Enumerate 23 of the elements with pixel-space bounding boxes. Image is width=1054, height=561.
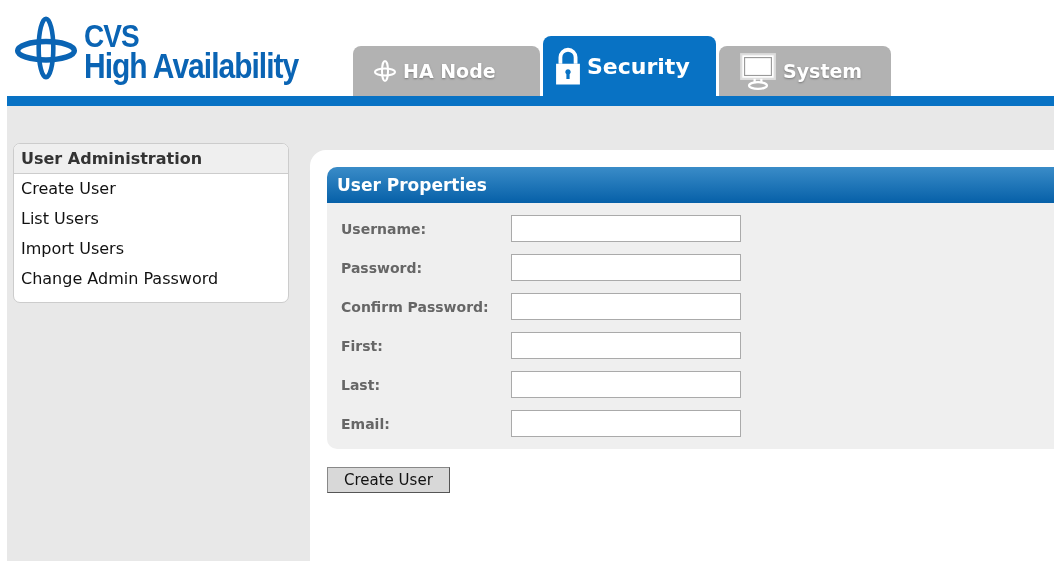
sidebar-link[interactable]: Import Users [14,234,288,264]
input-field[interactable] [511,332,741,359]
field-label: Password: [341,259,424,276]
field-label: Confirm Password: [341,298,490,315]
input-field[interactable] [511,254,741,281]
field-label: Email: [341,415,391,432]
orbit-icon [373,59,397,83]
input-field[interactable] [511,293,741,320]
input-field[interactable] [511,215,741,242]
monitor-icon [739,52,777,90]
sidebar-link[interactable]: Create User [14,174,288,204]
panel-title: User Properties [327,167,1054,203]
create-user-button[interactable]: Create User [327,467,450,493]
lock-icon [555,47,581,85]
field-label: Username: [341,220,428,237]
input-field[interactable] [511,410,741,437]
field-label: First: [341,337,384,354]
sidebar-link[interactable]: Change Admin Password [14,264,288,294]
input-field[interactable] [511,371,741,398]
sidebar-title: User Administration [14,144,288,174]
field-label: Last: [341,376,381,393]
tab[interactable]: Security [543,36,716,96]
sidebar-link[interactable]: List Users [14,204,288,234]
